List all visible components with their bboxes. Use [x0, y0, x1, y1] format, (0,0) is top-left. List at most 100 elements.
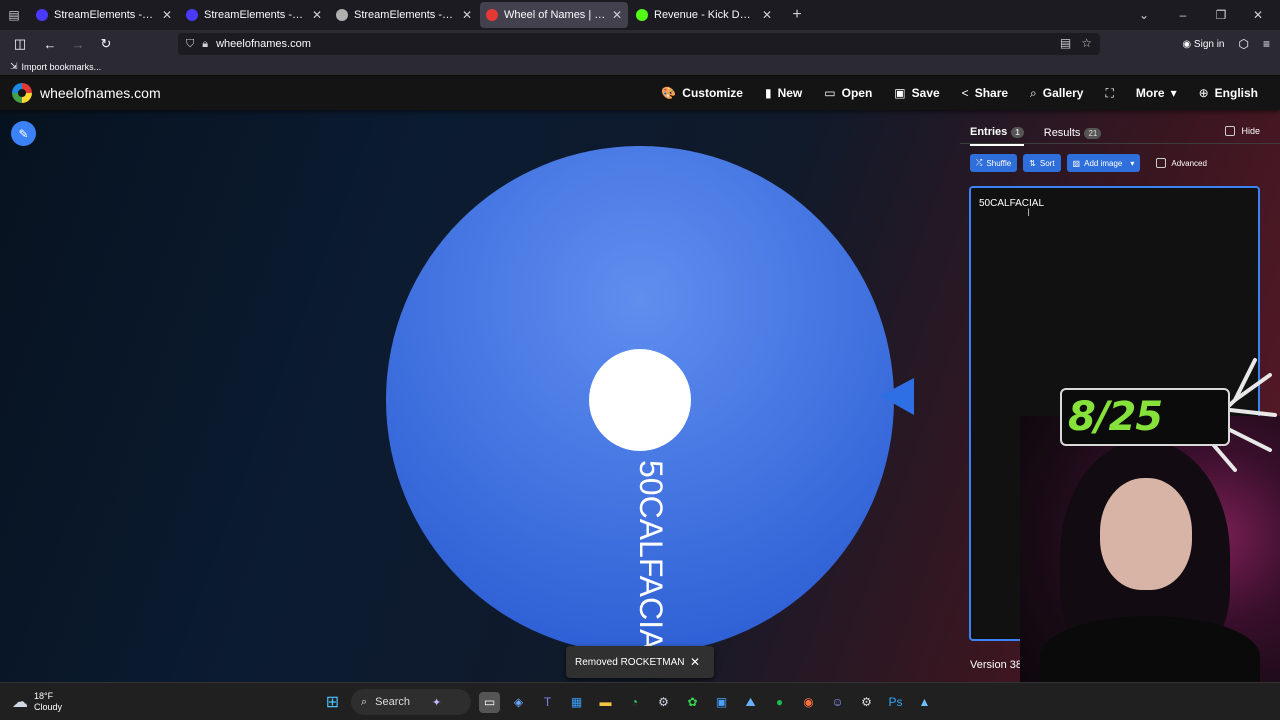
address-bar[interactable]: ⛉ 🔒︎ wheelofnames.com ▤ ☆ [178, 33, 1100, 55]
advanced-toggle[interactable]: Advanced [1156, 158, 1207, 168]
menu-item-gallery[interactable]: ⌕ Gallery [1030, 86, 1083, 101]
discord-icon[interactable]: ☺ [827, 692, 848, 713]
settings-icon[interactable]: ⚙ [856, 692, 877, 713]
text-cursor-icon: I [1027, 207, 1031, 219]
version-label: Version 38 [970, 659, 1022, 671]
taskbar-search[interactable]: ⌕ Search ✦ [351, 689, 471, 715]
back-button[interactable]: ← [38, 32, 62, 56]
tab-title: Wheel of Names | Random nam [504, 9, 606, 21]
weather-widget[interactable]: ☁ 18°F Cloudy [12, 691, 62, 713]
weather-condition: Cloudy [34, 702, 63, 712]
menu-item-more[interactable]: More ▾ [1136, 86, 1177, 100]
photos-icon[interactable]: ⛰ [740, 692, 761, 713]
steam-icon[interactable]: ⚙ [653, 692, 674, 713]
save-icon: ▣ [894, 86, 906, 100]
sign-in-button[interactable]: ◉ Sign in [1182, 39, 1224, 50]
reader-mode-icon[interactable]: ▤ [1060, 36, 1071, 50]
teams-icon[interactable]: T [537, 692, 558, 713]
minimize-button[interactable]: – [1160, 8, 1206, 22]
bookmark-star-icon[interactable]: ☆ [1081, 36, 1092, 50]
menu-item-english[interactable]: ⊕ English [1199, 86, 1258, 100]
paint-icon[interactable]: ▲ [914, 692, 935, 713]
panel-divider [960, 143, 1280, 144]
file-explorer-icon[interactable]: ▬ [595, 692, 616, 713]
button-label: Shuffle [986, 158, 1012, 168]
menu-item-fullscreen[interactable]: ⛶ [1105, 86, 1113, 101]
edit-pencil-button[interactable]: ✎ [11, 121, 36, 146]
browser-tab[interactable]: Revenue - Kick Dashboard ✕ [630, 2, 778, 28]
menu-item-label: New [777, 86, 803, 100]
task-view-icon[interactable]: ▭ [479, 691, 500, 713]
sort-button[interactable]: ⇅ Sort [1023, 154, 1061, 172]
reload-button[interactable]: ↻ [94, 32, 118, 56]
temperature: 18°F [34, 691, 54, 701]
restore-button[interactable]: ❐ [1206, 8, 1236, 22]
window-controls: ⌄ – ❐ ✕ [1128, 0, 1280, 30]
shuffle-button[interactable]: ⤮ Shuffle [970, 154, 1018, 172]
copilot-icon[interactable]: ◈ [508, 692, 529, 713]
new-tab-button[interactable]: + [784, 2, 810, 28]
edge-icon[interactable]: ◔ [624, 692, 645, 713]
folder-icon: ▭ [824, 86, 836, 100]
tab-title: StreamElements - Bot Timers [54, 9, 156, 21]
tab-favicon-icon [186, 9, 198, 21]
browser-tab[interactable]: StreamElements - Overlays ✕ [180, 2, 328, 28]
spotify-icon[interactable]: ● [769, 692, 790, 713]
site-brand[interactable]: wheelofnames.com [40, 85, 161, 101]
sidebar-toggle-icon[interactable]: ◫ [8, 32, 32, 56]
entry-line[interactable]: 50CALFACIAL [979, 198, 1044, 209]
tab-close-icon[interactable]: ✕ [162, 8, 172, 22]
windows-start-icon[interactable]: ⊞ [322, 692, 343, 713]
list-all-tabs-icon[interactable]: ⌄ [1128, 8, 1160, 22]
extensions-icon[interactable]: ⬡ [1239, 37, 1249, 51]
advanced-checkbox[interactable] [1156, 158, 1167, 168]
fullscreen-icon: ⛶ [1105, 85, 1114, 100]
url-text[interactable]: wheelofnames.com [216, 38, 311, 50]
tab-title: StreamElements - slashley [354, 9, 456, 21]
menu-item-label: English [1214, 86, 1258, 100]
wheel-hub[interactable] [589, 349, 691, 451]
tab-close-icon[interactable]: ✕ [762, 8, 772, 22]
tab-close-icon[interactable]: ✕ [312, 8, 322, 22]
app-menu-icon[interactable]: ≡ [1263, 37, 1270, 51]
mobile-icon[interactable]: ▣ [711, 692, 732, 713]
count-badge: 1 [1011, 126, 1024, 138]
hide-checkbox[interactable] [1225, 126, 1236, 136]
tab-list-icon[interactable]: ▤ [0, 0, 28, 30]
image-icon: ▨ [1072, 158, 1081, 168]
tab-close-icon[interactable]: ✕ [612, 8, 622, 22]
wheel-logo-icon[interactable] [12, 83, 32, 103]
photoshop-icon[interactable]: Ps [885, 692, 906, 713]
toast-message: Removed ROCKETMAN [575, 656, 685, 668]
hide-toggle[interactable]: Hide [1225, 126, 1260, 136]
app-icon[interactable]: ✿ [682, 692, 703, 713]
taskbar-search-label: Search [375, 696, 411, 708]
menu-item-label: Open [841, 86, 873, 100]
tab-label: Entries [970, 126, 1008, 138]
hide-label: Hide [1241, 126, 1260, 136]
sort-icon: ⇅ [1029, 158, 1036, 168]
lock-icon[interactable]: 🔒︎ [202, 38, 208, 51]
import-bookmarks-link[interactable]: Import bookmarks... [22, 62, 102, 72]
tab-close-icon[interactable]: ✕ [462, 8, 472, 22]
browser-tab[interactable]: Wheel of Names | Random nam ✕ [480, 2, 628, 28]
wheel-svg[interactable]: 50CALFACIAL [380, 138, 920, 658]
close-window-button[interactable]: ✕ [1236, 8, 1280, 22]
share-icon: < [961, 86, 969, 100]
menu-item-open[interactable]: ▭ Open [824, 86, 872, 100]
add-image-button[interactable]: ▨ Add image ▾ [1066, 154, 1141, 172]
menu-item-share[interactable]: < Share [962, 86, 1008, 100]
close-icon[interactable]: ✕ [690, 655, 700, 669]
menu-item-customize[interactable]: 🎨 Customize [661, 86, 743, 100]
browser-tab[interactable]: StreamElements - Bot Timers ✕ [30, 2, 178, 28]
menu-item-save[interactable]: ▣ Save [894, 86, 939, 100]
forward-button[interactable]: → [66, 32, 90, 56]
store-icon[interactable]: ▦ [566, 692, 587, 713]
browser-tab[interactable]: StreamElements - slashley ✕ [330, 2, 478, 28]
tab-label: Results [1043, 127, 1081, 139]
wheel-area[interactable]: 50CALFACIAL [380, 138, 920, 658]
menu-item-new[interactable]: ▮ New [765, 86, 802, 100]
shield-icon[interactable]: ⛉ [186, 38, 194, 51]
globe-icon: ⊕ [1198, 86, 1209, 100]
firefox-icon[interactable]: ◉ [798, 692, 819, 713]
